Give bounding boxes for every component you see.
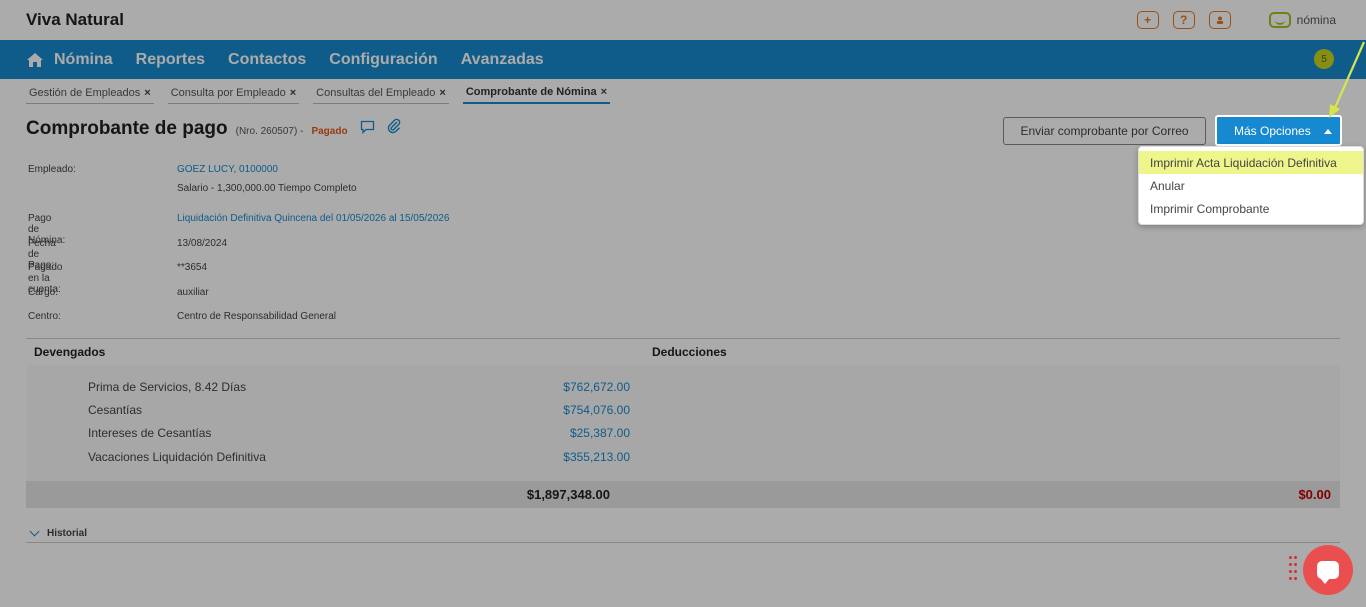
attachment-icon[interactable] [387,118,401,134]
pago-link[interactable]: Liquidación Definitiva Quincena del 01/0… [177,213,449,224]
empleado-label: Empleado: [28,164,76,175]
tab-label: Comprobante de Nómina [465,86,597,98]
historial-label: Historial [47,527,88,539]
plus-icon[interactable]: + [1136,11,1159,29]
help-icon[interactable]: ? [1172,11,1195,29]
totals-row: $1,897,348.00 $0.00 [26,481,1340,508]
nav-reportes[interactable]: Reportes [136,51,205,69]
menu-item-print-liquidation[interactable]: Imprimir Acta Liquidación Definitiva [1139,151,1363,174]
home-icon[interactable] [26,52,44,68]
user-icon[interactable] [1208,11,1231,29]
more-options-label: Más Opciones [1234,123,1311,138]
chevron-down-icon [29,526,40,536]
cuenta-value: **3654 [177,262,208,273]
empleado-link[interactable]: GOEZ LUCY, 0100000 [177,164,278,175]
send-email-button[interactable]: Enviar comprobante por Correo [1003,117,1206,145]
nomina-logo: nómina [1268,12,1336,28]
table-header: Devengados Deducciones [26,338,1340,365]
company-name: Viva Natural [26,10,124,29]
devengados-header: Devengados [34,345,106,359]
close-icon[interactable]: × [601,86,607,98]
voucher-number: (Nro. 260507) - [235,126,304,137]
historial-toggle[interactable]: Historial [26,524,1340,543]
close-icon[interactable]: × [439,87,445,99]
top-bar: Viva Natural + ? nómina [0,0,1366,40]
chat-button[interactable] [1303,545,1353,595]
fecha-value: 13/08/2024 [177,237,228,249]
tab-consulta-por-empleado[interactable]: Consulta por Empleado × [167,83,300,104]
concept-label: Cesantías [88,403,143,417]
chat-bubble-icon [1317,561,1339,584]
centro-value: Centro de Responsabilidad General [177,311,336,322]
nomina-logo-icon [1268,12,1291,28]
cargo-value: auxiliar [177,286,209,298]
tab-label: Consultas del Empleado [316,86,436,99]
user-silhouette-icon [1216,16,1223,24]
close-icon[interactable]: × [144,87,150,99]
table-row: Cesantías $754,076.00 [88,403,630,417]
menu-item-void[interactable]: Anular [1139,174,1363,197]
concept-label: Prima de Servicios, 8.42 Días [88,380,247,394]
drag-handle-icon[interactable] [1289,556,1297,582]
total-devengados: $1,897,348.00 [526,487,610,502]
nomina-logo-text: nómina [1296,13,1336,27]
tab-consultas-del-empleado[interactable]: Consultas del Empleado × [313,83,449,104]
amount-link[interactable]: $355,213.00 [563,450,630,464]
more-options-menu: Imprimir Acta Liquidación Definitiva Anu… [1138,146,1364,225]
table-row: Intereses de Cesantías $25,387.00 [88,426,630,440]
concept-label: Intereses de Cesantías [88,426,212,440]
table-body: Prima de Servicios, 8.42 Días $762,672.0… [26,365,1340,481]
close-icon[interactable]: × [290,87,296,99]
nav-configuracion[interactable]: Configuración [329,51,437,69]
salario-text: Salario - 1,300,000.00 Tiempo Completo [177,183,357,194]
table-row: Vacaciones Liquidación Definitiva $355,2… [88,450,630,464]
deducciones-header: Deducciones [652,345,727,359]
page-header: Comprobante de pago (Nro. 260507) - Paga… [26,118,401,140]
page-title: Comprobante de pago [26,118,228,139]
cargo-label: Cargo: [28,286,59,298]
caret-up-icon [1324,129,1332,134]
tab-label: Consulta por Empleado [170,86,286,99]
nav-avanzadas[interactable]: Avanzadas [461,51,544,69]
amount-link[interactable]: $25,387.00 [570,426,630,440]
comment-icon[interactable] [360,120,375,134]
centro-label: Centro: [28,311,61,322]
annotation-arrow-icon [1329,41,1366,118]
nav-nomina[interactable]: Nómina [54,51,113,69]
concept-label: Vacaciones Liquidación Definitiva [88,450,266,464]
tab-gestion-empleados[interactable]: Gestión de Empleados × [26,83,154,104]
main-nav: Nómina Reportes Contactos Configuración … [0,40,1366,79]
amount-link[interactable]: $754,076.00 [563,403,630,417]
table-row: Prima de Servicios, 8.42 Días $762,672.0… [88,380,630,394]
status-badge: Pagado [311,126,348,137]
top-actions: + ? nómina [1136,11,1336,29]
tab-comprobante-de-nomina[interactable]: Comprobante de Nómina × [462,83,611,104]
tab-label: Gestión de Empleados [29,86,141,99]
nav-contactos[interactable]: Contactos [228,51,306,69]
amount-link[interactable]: $762,672.00 [563,380,630,394]
total-deducciones: $0.00 [1298,487,1331,502]
menu-item-print-voucher[interactable]: Imprimir Comprobante [1139,197,1363,220]
breadcrumb-tabs: Gestión de Empleados × Consulta por Empl… [26,83,611,104]
